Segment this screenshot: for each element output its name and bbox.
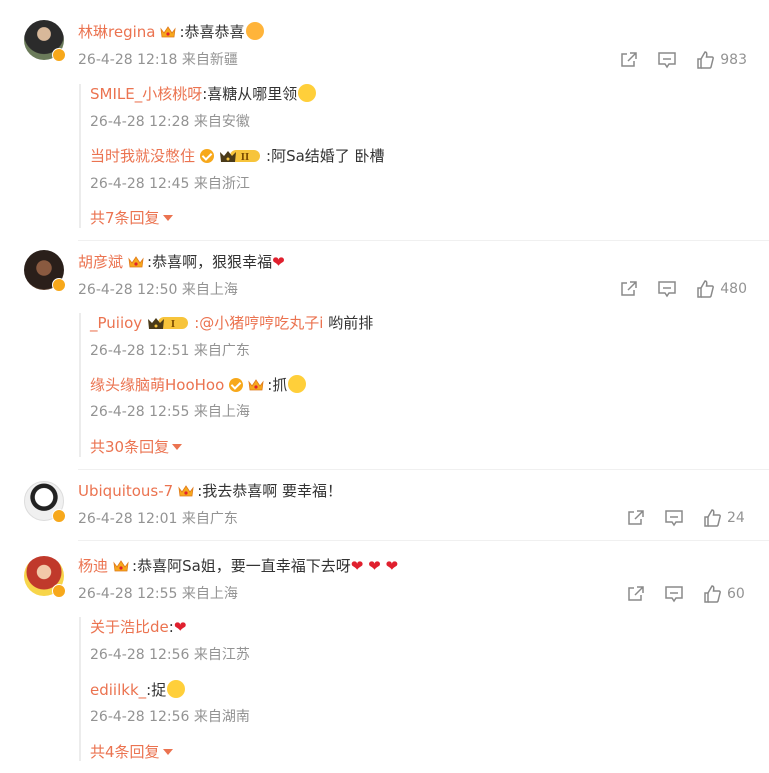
like-icon[interactable]: [702, 584, 722, 604]
comment-icon[interactable]: [657, 279, 677, 299]
mention-link[interactable]: :@小猪哼哼吃丸子i: [194, 314, 323, 332]
crown-icon: [113, 559, 129, 573]
crown-icon: [178, 484, 194, 498]
verified-icon: [200, 149, 215, 163]
verified-icon: [229, 378, 244, 392]
comment-line: 胡彦斌 :恭喜啊，狠狠幸福❤: [78, 252, 285, 272]
comment-text: :恭喜阿Sa姐，要一直幸福下去呀: [132, 557, 351, 575]
comment-line: 杨迪 :恭喜阿Sa姐，要一直幸福下去呀❤ ❤ ❤: [78, 556, 398, 576]
comment-text: :我去恭喜啊 要幸福！: [197, 482, 343, 500]
share-icon[interactable]: [619, 279, 639, 299]
share-icon[interactable]: [619, 50, 639, 70]
like-icon[interactable]: [702, 508, 722, 528]
reply-meta: 26-4-28 12:51 来自广东: [90, 343, 250, 359]
like-count: 983: [720, 52, 747, 68]
reply-text: :喜糖从哪里领: [202, 85, 298, 103]
crown-icon: [128, 255, 144, 269]
reply-meta: 26-4-28 12:56 来自江苏: [90, 647, 250, 663]
more-replies-button[interactable]: 共4条回复: [90, 742, 173, 762]
comment-meta: 26-4-28 12:18 来自新疆: [78, 52, 238, 68]
comment-text: :恭喜啊，狠狠幸福: [147, 253, 273, 271]
caret-down-icon: [162, 215, 173, 221]
reply-line: 缘头缘脑萌HooHoo :抓: [90, 375, 307, 395]
divider: [78, 540, 769, 541]
heart-icon: ❤: [173, 618, 187, 636]
verified-icon: [52, 278, 66, 292]
comment-icon[interactable]: [664, 508, 684, 528]
avatar[interactable]: [24, 556, 68, 600]
reply-text: 哟前排: [323, 314, 374, 332]
reply-text: :抓: [267, 376, 288, 394]
verified-icon: [52, 509, 66, 523]
caret-down-icon: [172, 444, 183, 450]
comment-actions: 60: [608, 583, 747, 605]
reply-divider: [79, 617, 81, 761]
like-count: 60: [727, 586, 745, 602]
comment-icon[interactable]: [657, 50, 677, 70]
share-icon[interactable]: [626, 584, 646, 604]
comment-line: Ubiquitous-7 :我去恭喜啊 要幸福！: [78, 481, 342, 501]
emoji-icon: [298, 84, 317, 102]
crown-icon: [160, 25, 176, 39]
like-count: 480: [720, 281, 747, 297]
reply-line: SMILE_小核桃呀:喜糖从哪里领: [90, 84, 317, 104]
username[interactable]: _Puiioy: [90, 314, 142, 332]
comment-actions: 24: [608, 507, 747, 529]
like-icon[interactable]: [695, 279, 715, 299]
username[interactable]: Ubiquitous-7: [78, 482, 173, 500]
reply-text: :捉: [146, 681, 167, 699]
username[interactable]: 林琳regina: [78, 23, 155, 41]
comment-line: 林琳regina :恭喜恭喜: [78, 22, 264, 42]
reply-line: _Puiioy I :@小猪哼哼吃丸子i 哟前排: [90, 313, 373, 333]
emoji-icon: [167, 680, 186, 698]
divider: [78, 240, 769, 241]
reply-meta: 26-4-28 12:45 来自浙江: [90, 176, 250, 192]
comment-actions: 480: [601, 278, 747, 300]
reply-line: 关于浩比de:❤: [90, 617, 186, 637]
reply-meta: 26-4-28 12:56 来自湖南: [90, 709, 250, 725]
caret-down-icon: [162, 749, 173, 755]
crown-icon: [248, 378, 264, 392]
avatar[interactable]: [24, 20, 68, 64]
reply-line: ediilkk_:捉: [90, 680, 186, 700]
verified-icon: [52, 48, 66, 62]
share-icon[interactable]: [626, 508, 646, 528]
emoji-icon: [288, 375, 307, 393]
reply-divider: [79, 313, 81, 457]
more-replies-button[interactable]: 共30条回复: [90, 437, 183, 457]
username[interactable]: 关于浩比de: [90, 618, 169, 636]
username[interactable]: 杨迪: [78, 557, 108, 575]
level-badge: II: [218, 148, 262, 163]
avatar[interactable]: [24, 250, 68, 294]
comment-actions: 983: [601, 49, 747, 71]
username[interactable]: SMILE_小核桃呀: [90, 85, 202, 103]
username[interactable]: 缘头缘脑萌HooHoo: [90, 376, 224, 394]
reply-meta: 26-4-28 12:28 来自安徽: [90, 114, 250, 130]
svg-text:II: II: [241, 153, 249, 163]
username[interactable]: ediilkk_: [90, 681, 146, 699]
comment-text: :恭喜恭喜: [179, 23, 245, 41]
reply-divider: [79, 84, 81, 228]
comment-meta: 26-4-28 12:55 来自上海: [78, 586, 238, 602]
reply-text: :阿Sa结婚了 卧槽: [266, 147, 385, 165]
verified-icon: [52, 584, 66, 598]
like-count: 24: [727, 510, 745, 526]
reply-line: 当时我就没憋住 II :阿Sa结婚了 卧槽: [90, 146, 385, 166]
level-badge: I: [146, 315, 190, 330]
heart-icon: ❤ ❤ ❤: [350, 557, 399, 575]
more-replies-button[interactable]: 共7条回复: [90, 208, 173, 228]
divider: [78, 469, 769, 470]
username[interactable]: 当时我就没憋住: [90, 147, 195, 165]
like-icon[interactable]: [695, 50, 715, 70]
comment-icon[interactable]: [664, 584, 684, 604]
heart-icon: ❤: [272, 253, 285, 271]
comment-meta: 26-4-28 12:50 来自上海: [78, 282, 238, 298]
svg-text:I: I: [171, 320, 175, 330]
avatar[interactable]: [24, 481, 68, 525]
comment-meta: 26-4-28 12:01 来自广东: [78, 511, 238, 527]
reply-meta: 26-4-28 12:55 来自上海: [90, 404, 250, 420]
emoji-icon: [245, 22, 264, 40]
username[interactable]: 胡彦斌: [78, 253, 123, 271]
